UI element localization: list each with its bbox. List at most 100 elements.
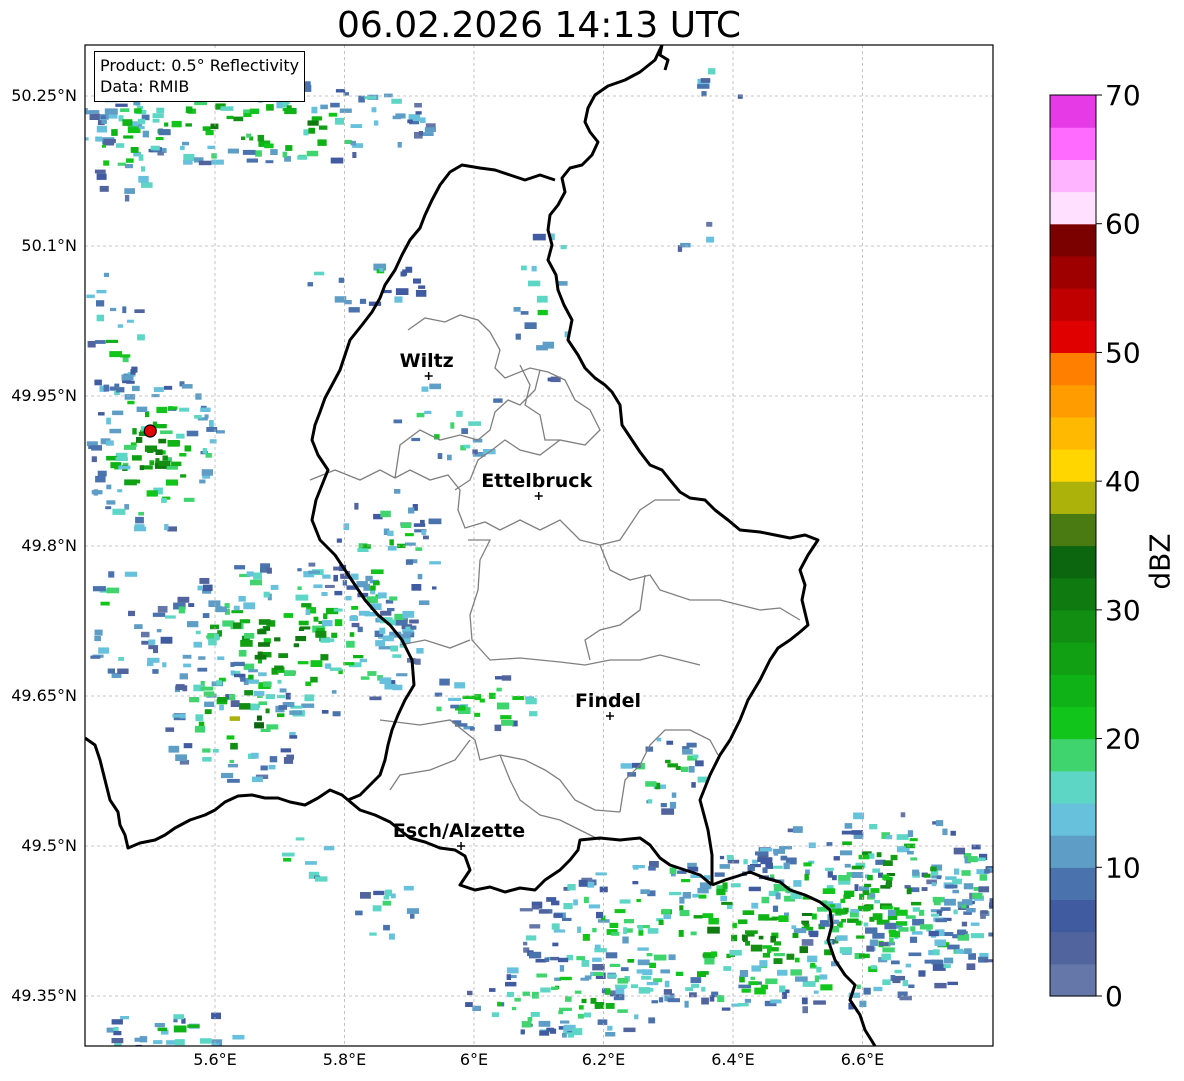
radar-echo-cell (627, 959, 635, 963)
radar-echo-cell (744, 998, 751, 1003)
radar-echo-cell (230, 742, 238, 750)
radar-echo-cell (617, 977, 629, 984)
radar-echo-cell (667, 998, 680, 1003)
radar-echo-cell (269, 756, 278, 763)
radar-echo-cell (403, 885, 414, 891)
radar-echo-cell (392, 115, 402, 120)
radar-echo-cell (921, 887, 928, 891)
radar-echo-cell (418, 285, 426, 289)
radar-echo-cell (663, 989, 672, 995)
radar-echo-cell (244, 690, 253, 696)
radar-echo-cell (122, 357, 129, 363)
radar-echo-cell (121, 374, 134, 381)
radar-echo-cell (876, 852, 882, 858)
radar-echo-cell (382, 900, 392, 906)
radar-echo-cell (688, 766, 695, 773)
radar-echo-cell (461, 428, 468, 434)
radar-echo-cell (802, 981, 816, 987)
radar-echo-cell (324, 584, 335, 588)
radar-echo-cell (620, 967, 629, 972)
radar-echo-cell (101, 119, 107, 124)
radar-echo-cell (306, 150, 319, 157)
radar-echo-cell (684, 1000, 689, 1008)
radar-echo-cell (234, 565, 246, 570)
radar-echo-cell (574, 990, 582, 994)
radar-echo-cell (321, 620, 333, 627)
radar-echo-cell (667, 763, 678, 768)
radar-echo-cell (254, 722, 264, 729)
radar-echo-cell (537, 309, 548, 316)
radar-echo-cell (963, 883, 974, 890)
radar-echo-cell (1007, 929, 1014, 935)
radar-echo-cell (126, 319, 134, 323)
lon-tick-label: 6.4°E (711, 1050, 755, 1069)
radar-echo-cell (179, 453, 187, 457)
radar-echo-cell (244, 633, 255, 639)
radar-echo-cell (167, 526, 177, 532)
radar-echo-cell (691, 782, 696, 788)
radar-echo-cell (907, 830, 914, 837)
radar-echo-cell (424, 410, 432, 415)
radar-echo-cell (91, 456, 97, 463)
radar-echo-cell (418, 600, 430, 605)
radar-echo-cell (521, 265, 527, 271)
radar-echo-cell (912, 907, 920, 912)
radar-echo-cell (976, 857, 986, 862)
radar-echo-cell (206, 427, 218, 432)
radar-echo-cell (632, 881, 639, 885)
radar-echo-cell (384, 683, 397, 690)
radar-echo-cell (404, 533, 414, 537)
radar-echo-cell (114, 383, 120, 388)
radar-echo-cell (392, 654, 402, 658)
radar-echo-cell (106, 417, 111, 425)
radar-echo-cell (320, 654, 329, 661)
radar-echo-cell (380, 510, 391, 518)
colorbar-segment (1050, 931, 1096, 965)
radar-echo-cell (123, 135, 134, 139)
radar-echo-cell (762, 867, 768, 874)
radar-echo-cell (266, 104, 274, 111)
radar-echo-cell (707, 926, 720, 934)
radar-echo-cell (164, 524, 169, 531)
radar-echo-cell (357, 626, 363, 633)
radar-echo-cell (727, 859, 740, 864)
radar-echo-cell (379, 268, 384, 272)
lat-tick-label: 49.8°N (21, 536, 77, 555)
radar-echo-cell (669, 891, 682, 896)
radar-echo-cell (870, 888, 880, 893)
radar-echo-cell (363, 583, 370, 591)
radar-echo-cell (792, 932, 799, 938)
radar-echo-cell (765, 978, 778, 985)
radar-echo-cell (501, 720, 514, 726)
radar-echo-cell (229, 716, 240, 721)
radar-echo-cell (887, 916, 898, 920)
colorbar-segment (1050, 899, 1096, 933)
radar-echo-cell (270, 149, 278, 155)
radar-echo-cell (266, 724, 279, 730)
radar-echo-cell (95, 136, 102, 142)
radar-echo-cell (365, 575, 373, 582)
radar-echo-cell (994, 943, 1000, 949)
lon-tick-label: 6.6°E (841, 1050, 885, 1069)
radar-echo-cell (851, 872, 864, 878)
radar-echo-cell (592, 957, 602, 962)
radar-echo-cell (417, 573, 423, 580)
radar-echo-cell (559, 965, 565, 972)
radar-echo-cell (496, 687, 502, 692)
radar-echo-cell (700, 971, 709, 975)
radar-echo-cell (620, 763, 633, 769)
radar-echo-cell (255, 150, 262, 157)
radar-echo-cell (369, 696, 382, 701)
radar-echo-cell (930, 866, 937, 872)
radar-echo-cell (623, 927, 628, 935)
radar-echo-cell (695, 760, 704, 767)
radar-echo-cell (323, 845, 335, 851)
radar-echo-cell (813, 1000, 826, 1005)
colorbar-segment (1050, 481, 1096, 514)
radar-echo-cell (234, 673, 246, 678)
radar-echo-cell (524, 322, 537, 329)
radar-echo-cell (146, 490, 158, 497)
radar-echo-cell (423, 535, 429, 540)
radar-echo-cell (289, 735, 298, 739)
radar-echo-cell (124, 479, 137, 486)
